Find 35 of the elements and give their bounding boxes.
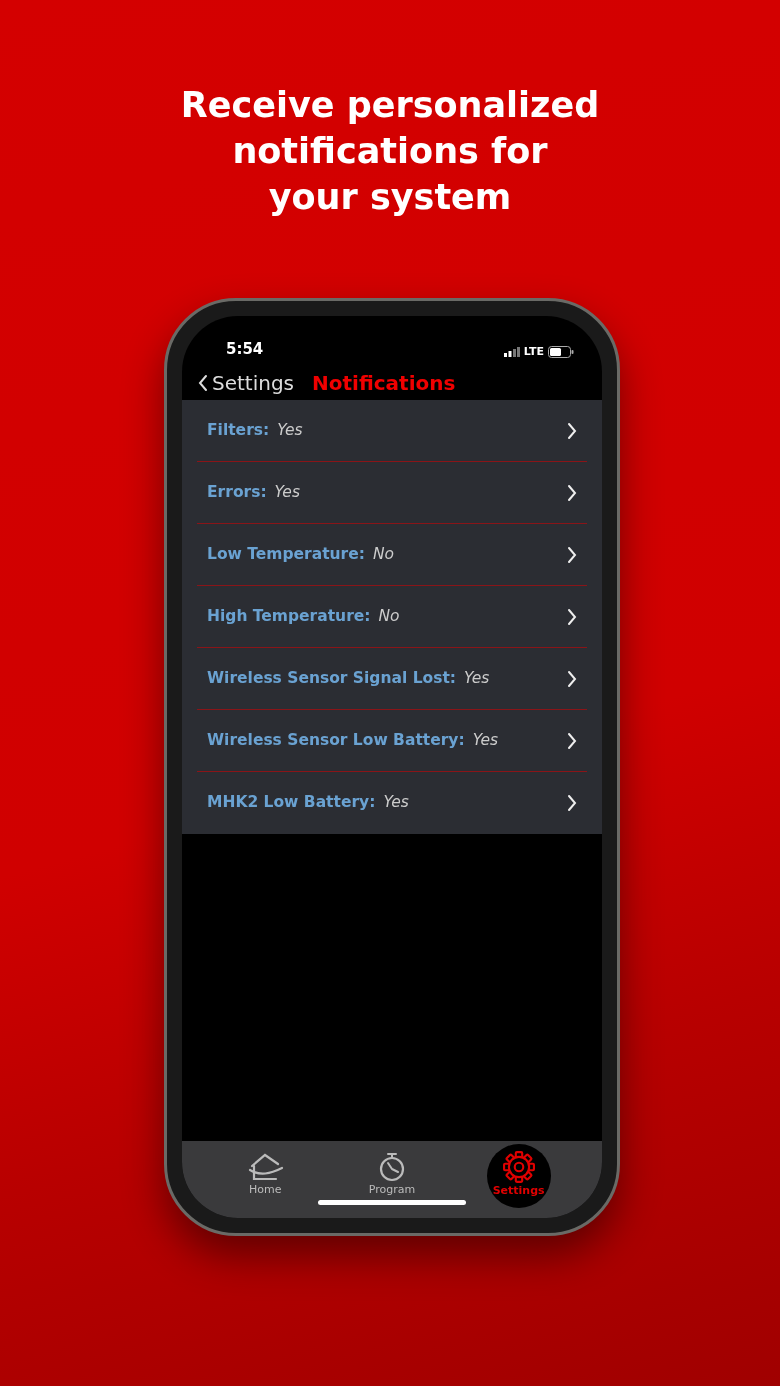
- chevron-right-icon[interactable]: [567, 607, 577, 626]
- chevron-right-icon[interactable]: [567, 669, 577, 688]
- headline: Receive personalized notifications for your system: [179, 84, 601, 219]
- setting-value: Yes: [383, 792, 409, 814]
- setting-label: Wireless Sensor Signal Lost:: [207, 667, 456, 689]
- battery-icon: [548, 345, 574, 358]
- network-label: LTE: [523, 343, 544, 360]
- setting-value: No: [372, 543, 394, 565]
- setting-label: High Temperature:: [207, 605, 371, 627]
- chevron-right-icon[interactable]: [567, 421, 577, 440]
- setting-label: MHK2 Low Battery:: [207, 792, 376, 814]
- signal-icon: [503, 346, 520, 357]
- gear-icon: [502, 1151, 535, 1184]
- setting-label: Errors:: [207, 481, 267, 503]
- setting-label: Filters:: [207, 419, 270, 441]
- chevron-right-icon[interactable]: [567, 545, 577, 564]
- setting-value: Yes: [274, 481, 300, 503]
- setting-value: Yes: [277, 419, 303, 441]
- chevron-left-icon: [198, 374, 208, 392]
- setting-label: Wireless Sensor Low Battery:: [207, 729, 465, 751]
- chevron-right-icon[interactable]: [567, 731, 577, 750]
- back-button[interactable]: Settings: [198, 368, 295, 398]
- stopwatch-icon: [378, 1152, 406, 1183]
- setting-label: Low Temperature:: [207, 543, 365, 565]
- tab-button[interactable]: Home: [233, 1143, 298, 1208]
- tab-button[interactable]: Settings: [486, 1143, 551, 1208]
- screen-title: Notifications: [312, 370, 456, 397]
- setting-value: No: [378, 605, 400, 627]
- status-time: 5:54: [226, 338, 264, 360]
- setting-value: Yes: [472, 729, 499, 751]
- setting-value: Yes: [464, 667, 490, 689]
- chevron-right-icon[interactable]: [567, 483, 577, 502]
- tab-button[interactable]: Program: [360, 1143, 424, 1208]
- house-icon: [246, 1152, 285, 1183]
- chevron-right-icon[interactable]: [567, 794, 577, 812]
